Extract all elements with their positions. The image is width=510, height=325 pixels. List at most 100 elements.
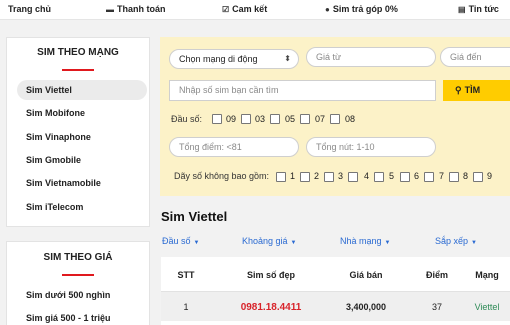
row-network: Viettel: [474, 302, 500, 312]
prefix-label: Đầu số:: [171, 114, 203, 124]
prefix-checkbox-05[interactable]: [270, 114, 280, 124]
exclude-checkbox-8[interactable]: [449, 172, 459, 182]
nav-commitment-label: Cam kết: [232, 4, 268, 14]
triangle-down-icon: ▼: [384, 240, 391, 246]
exclude-label-2: 2: [314, 171, 320, 181]
exclude-label-9: 9: [487, 171, 493, 181]
sim-table: STT Sim số đẹp Giá bán Điểm Mạng 1 0981.…: [161, 257, 510, 325]
exclude-checkbox-6[interactable]: [400, 172, 410, 182]
sort-price-range-dropdown[interactable]: Khoảng giá ▼: [242, 236, 297, 246]
exclude-checkbox-5[interactable]: [374, 172, 384, 182]
piggy-bank-icon: ●: [325, 5, 330, 14]
top-navigation: Trang chủ ▬ Thanh toán ☑ Cam kết ● Sim trả …: [0, 0, 510, 20]
nav-commitment[interactable]: ☑ Cam kết: [222, 4, 267, 14]
sort-prefix-label: Đầu số: [162, 236, 191, 246]
exclude-checkbox-2[interactable]: [300, 172, 310, 182]
sidebar-item-vietnamobile[interactable]: Sim Vietnamobile: [17, 173, 147, 193]
sidebar-network-card: SIM THEO MẠNG Sim Viettel Sim Mobifone S…: [6, 37, 150, 227]
exclude-label-7: 7: [439, 171, 445, 181]
exclude-label-3: 3: [338, 171, 344, 181]
row-sim-number[interactable]: 0981.18.4411: [224, 302, 318, 313]
select-caret-icon: ⬍: [284, 54, 291, 63]
total-nut-input[interactable]: Tổng nút: 1-10: [306, 137, 436, 157]
sidebar-item-mobifone[interactable]: Sim Mobifone: [17, 103, 147, 123]
nav-payment[interactable]: ▬ Thanh toán: [106, 4, 166, 14]
sim-search-placeholder: Nhập số sim bạn cần tìm: [179, 85, 279, 95]
exclude-checkbox-3[interactable]: [324, 172, 334, 182]
total-points-placeholder: Tổng điểm: <81: [179, 142, 242, 152]
title-underline: [62, 69, 94, 71]
sort-order-dropdown[interactable]: Sắp xếp ▼: [435, 236, 477, 246]
prefix-checkbox-03[interactable]: [241, 114, 251, 124]
sort-price-range-label: Khoảng giá: [242, 236, 288, 246]
network-select-value: Chọn mạng di động: [179, 54, 258, 64]
prefix-checkbox-07[interactable]: [300, 114, 310, 124]
search-button[interactable]: ⚲ TÌM: [443, 80, 510, 101]
prefix-label-05: 05: [285, 114, 296, 124]
row-points: 37: [431, 302, 442, 312]
nav-news-label: Tin tức: [468, 4, 499, 14]
header-price: Giá bán: [349, 270, 383, 280]
prefix-checkbox-09[interactable]: [212, 114, 222, 124]
price-from-placeholder: Giá từ: [316, 52, 342, 62]
exclude-label-8: 8: [463, 171, 469, 181]
header-stt: STT: [177, 270, 195, 280]
sidebar-item-viettel[interactable]: Sim Viettel: [17, 80, 147, 100]
sidebar-item-price-500k-1m[interactable]: Sim giá 500 - 1 triệu: [17, 308, 147, 325]
sort-network-dropdown[interactable]: Nhà mạng ▼: [340, 236, 390, 246]
exclude-checkbox-1[interactable]: [276, 172, 286, 182]
nav-home-label: Trang chủ: [8, 4, 52, 14]
title-underline: [62, 274, 94, 276]
exclude-label-6: 6: [414, 171, 420, 181]
sort-prefix-dropdown[interactable]: Đầu số ▼: [162, 236, 199, 246]
prefix-label-08: 08: [345, 114, 356, 124]
nav-installment[interactable]: ● Sim trả góp 0%: [325, 4, 398, 14]
sidebar-network-title: SIM THEO MẠNG: [37, 47, 119, 58]
price-from-input[interactable]: Giá từ: [306, 47, 436, 67]
exclude-checkbox-9[interactable]: [473, 172, 483, 182]
card-icon: ▬: [106, 5, 114, 14]
header-sim: Sim số đẹp: [246, 270, 295, 280]
section-title: Sim Viettel: [161, 209, 228, 224]
exclude-label-5: 5: [389, 171, 395, 181]
sim-search-input[interactable]: Nhập số sim bạn cần tìm: [169, 80, 436, 101]
triangle-down-icon: ▼: [290, 240, 297, 246]
nav-news[interactable]: ▤ Tin tức: [458, 4, 499, 14]
search-button-label: TÌM: [464, 85, 481, 95]
network-select[interactable]: Chọn mạng di động ⬍: [169, 49, 299, 69]
sidebar-item-vinaphone[interactable]: Sim Vinaphone: [17, 127, 147, 147]
nav-payment-label: Thanh toán: [117, 4, 166, 14]
price-to-placeholder: Giá đến: [450, 52, 482, 62]
exclude-label: Dãy số không bao gồm:: [174, 171, 270, 181]
table-row[interactable]: 1 0981.18.4411 3,400,000 37 Viettel: [161, 291, 510, 321]
exclude-label-1: 1: [290, 171, 296, 181]
row-stt: 1: [183, 302, 189, 312]
search-icon: ⚲: [455, 85, 462, 95]
exclude-checkbox-7[interactable]: [424, 172, 434, 182]
sidebar-item-itelecom[interactable]: Sim iTelecom: [17, 197, 147, 217]
news-icon: ▤: [458, 5, 466, 14]
nav-home[interactable]: Trang chủ: [8, 4, 51, 14]
prefix-checkbox-08[interactable]: [330, 114, 340, 124]
total-points-input[interactable]: Tổng điểm: <81: [169, 137, 299, 157]
prefix-label-03: 03: [255, 114, 266, 124]
exclude-checkbox-4[interactable]: [348, 172, 358, 182]
header-points: Điểm: [425, 270, 448, 280]
prefix-label-09: 09: [226, 114, 237, 124]
sidebar-item-price-under-500k[interactable]: Sim dưới 500 nghìn: [17, 285, 147, 305]
sort-network-label: Nhà mạng: [340, 236, 382, 246]
sidebar-price-card: SIM THEO GIÁ Sim dưới 500 nghìn Sim giá …: [6, 241, 150, 325]
prefix-label-07: 07: [315, 114, 326, 124]
total-nut-placeholder: Tổng nút: 1-10: [316, 142, 375, 152]
nav-installment-label: Sim trả góp 0%: [332, 4, 398, 14]
exclude-label-4: 4: [364, 171, 370, 181]
sidebar-item-gmobile[interactable]: Sim Gmobile: [17, 150, 147, 170]
checklist-icon: ☑: [222, 5, 230, 14]
row-price: 3,400,000: [345, 302, 387, 312]
sidebar-price-title: SIM THEO GIÁ: [43, 252, 113, 263]
price-to-input[interactable]: Giá đến: [440, 47, 510, 67]
triangle-down-icon: ▼: [471, 240, 477, 246]
triangle-down-icon: ▼: [193, 240, 200, 246]
header-network: Mạng: [475, 270, 499, 280]
sort-order-label: Sắp xếp: [435, 236, 469, 246]
